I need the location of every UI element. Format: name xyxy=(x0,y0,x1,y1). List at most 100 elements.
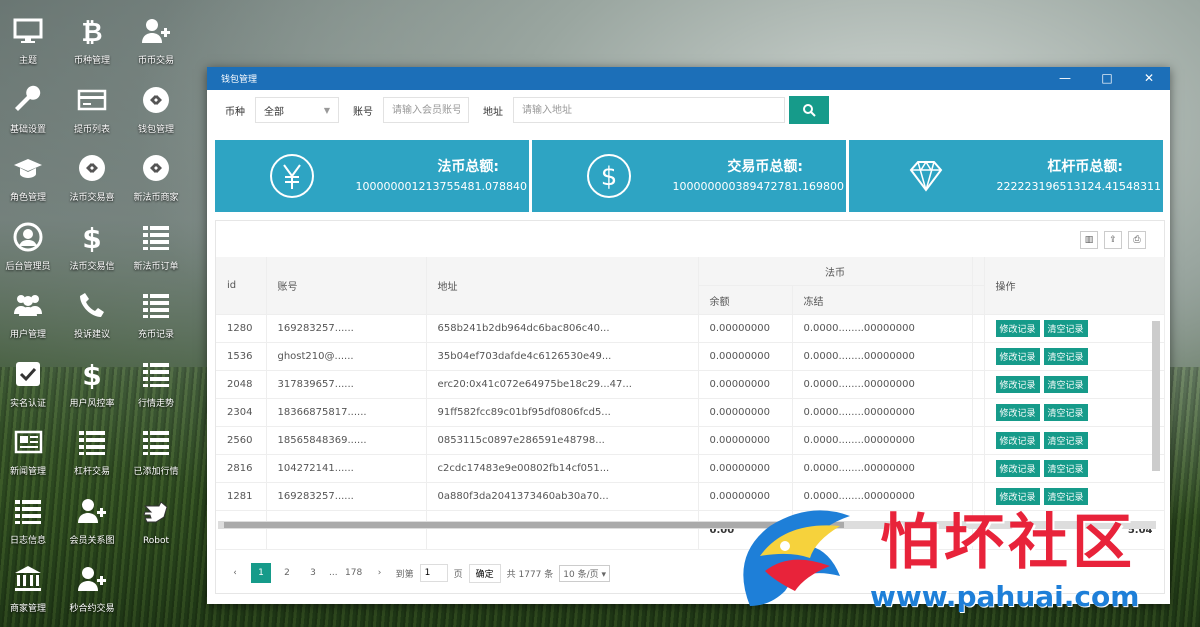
user-plus-icon xyxy=(139,14,173,48)
col-header-id[interactable]: id xyxy=(216,257,267,315)
stat-value: 100000000389472781.169800 xyxy=(672,180,844,193)
total-count: 共 1777 条 xyxy=(506,569,554,580)
clear-record-button[interactable]: 清空记录 xyxy=(1043,432,1088,449)
desktop-icon-currency[interactable]: ₿ 币种管理 xyxy=(60,14,124,66)
dollar-icon: $ xyxy=(75,357,109,391)
desktop-icon-admins[interactable]: 后台管理员 xyxy=(0,220,60,272)
window-titlebar[interactable]: 钱包管理 — □ ✕ xyxy=(207,67,1170,90)
desktop-icon-merchants[interactable]: 商家管理 xyxy=(0,562,60,614)
cell-frozen: 0.0000........00000000 xyxy=(792,314,973,343)
next-page-button[interactable]: › xyxy=(370,563,390,583)
cell-account: 169283257...... xyxy=(266,314,427,343)
cell-balance: 0.00000000 xyxy=(698,370,793,399)
per-page-select[interactable]: 10 条/页 ▾ xyxy=(559,564,611,582)
clear-record-button[interactable]: 清空记录 xyxy=(1043,376,1088,393)
table-row: 2816 104272141...... c2cdc17483e9e00802fb1… xyxy=(216,454,1165,483)
cell-operation: 修改记录 清空记录 xyxy=(984,370,1165,399)
goto-confirm-button[interactable]: 确定 xyxy=(468,563,501,583)
desktop-icon-second-contract[interactable]: 秒合约交易 xyxy=(60,562,124,614)
cell-address: 658b241b2db964dc6bac806c40... xyxy=(426,314,699,343)
desktop-icon-logs[interactable]: 日志信息 xyxy=(0,494,60,546)
desktop-icon-complaints[interactable]: 投诉建议 xyxy=(60,288,124,340)
desktop-icons: 主题 ₿ 币种管理 币币交易 基础设置 提币列表 钱包管理 角色管理 法币交易喜… xyxy=(0,0,200,627)
minimize-button[interactable]: — xyxy=(1044,67,1086,90)
col-header-account[interactable]: 账号 xyxy=(266,257,427,315)
desktop-icon-settings[interactable]: 基础设置 xyxy=(0,83,60,135)
desktop-icon-news[interactable]: 新闻管理 xyxy=(0,425,60,477)
stat-value: 100000001213755481.078840 xyxy=(355,180,527,193)
desktop-icon-risk-rate[interactable]: $ 用户风控率 xyxy=(60,357,124,409)
edit-record-button[interactable]: 修改记录 xyxy=(995,460,1040,477)
page-ellipsis: ... xyxy=(329,568,338,578)
table-row: 1280 169283257...... 658b241b2db964dc6bac8… xyxy=(216,314,1165,343)
maximize-button[interactable]: □ xyxy=(1086,67,1128,90)
desktop-icon-fiat-trade[interactable]: 法币交易喜 xyxy=(60,151,124,203)
account-input[interactable] xyxy=(383,97,469,123)
account-label: 账号 xyxy=(353,106,373,118)
clear-record-button[interactable]: 清空记录 xyxy=(1043,404,1088,421)
cell-id: 1281 xyxy=(216,482,267,511)
currency-select[interactable]: 全部 ▼ xyxy=(255,97,339,123)
edit-record-button[interactable]: 修改记录 xyxy=(995,432,1040,449)
edit-record-button[interactable]: 修改记录 xyxy=(995,376,1040,393)
export-button[interactable]: ⇪ xyxy=(1104,231,1122,249)
per-page-value: 10 条/页 xyxy=(563,569,599,580)
list-icon xyxy=(139,425,173,459)
fish-logo-icon xyxy=(743,510,850,606)
col-header-lever[interactable] xyxy=(972,285,985,315)
layers-icon xyxy=(139,151,173,185)
page-2[interactable]: 2 xyxy=(277,563,297,583)
table-row: 2048 317839657...... erc20:0x41c072e64975b… xyxy=(216,370,1165,399)
edit-record-button[interactable]: 修改记录 xyxy=(995,404,1040,421)
desktop-icon-roles[interactable]: 角色管理 xyxy=(0,151,60,203)
desktop-icon-wallet[interactable]: 钱包管理 xyxy=(124,83,188,135)
cell-address: erc20:0x41c072e64975be18c29...47... xyxy=(426,370,699,399)
edit-record-button[interactable]: 修改记录 xyxy=(995,320,1040,337)
desktop-icon-kyc[interactable]: 实名认证 xyxy=(0,357,60,409)
desktop-icon-users[interactable]: 用户管理 xyxy=(0,288,60,340)
address-input[interactable] xyxy=(513,97,785,123)
table-row: 2304 18366875817...... 91ff582fcc89c01bf95… xyxy=(216,398,1165,427)
desktop-icon-withdraw-list[interactable]: 提币列表 xyxy=(60,83,124,135)
list-icon xyxy=(75,425,109,459)
vertical-scrollbar[interactable] xyxy=(1152,321,1160,471)
clear-record-button[interactable]: 清空记录 xyxy=(1043,320,1088,337)
list-icon xyxy=(139,357,173,391)
page-1[interactable]: 1 xyxy=(251,563,271,583)
desktop-icon-member-graph[interactable]: 会员关系图 xyxy=(60,494,124,546)
clear-record-button[interactable]: 清空记录 xyxy=(1043,348,1088,365)
desktop-icon-robot[interactable]: Robot xyxy=(124,494,188,546)
desktop-icon-added-markets[interactable]: 已添加行情 xyxy=(124,425,188,477)
desktop-icon-coin-trade[interactable]: 币币交易 xyxy=(124,14,188,66)
desktop-icon-lever-trade[interactable]: 杠杆交易 xyxy=(60,425,124,477)
cell-account: 18565848369...... xyxy=(266,426,427,455)
goto-page-input[interactable] xyxy=(419,564,448,582)
columns-button[interactable]: ▥ xyxy=(1080,231,1098,249)
clear-record-button[interactable]: 清空记录 xyxy=(1043,460,1088,477)
currency-select-value: 全部 xyxy=(264,106,284,118)
col-header-address[interactable]: 地址 xyxy=(426,257,699,315)
desktop-icon-new-fiat-merchant[interactable]: 新法币商家 xyxy=(124,151,188,203)
edit-record-button[interactable]: 修改记录 xyxy=(995,348,1040,365)
search-button[interactable] xyxy=(789,96,829,124)
stat-card-trade-coin: $ 交易币总额: 100000000389472781.169800 xyxy=(532,140,846,212)
cell-id: 2816 xyxy=(216,454,267,483)
col-header-balance[interactable]: 余额 xyxy=(698,285,793,315)
page-3[interactable]: 3 xyxy=(303,563,323,583)
desktop-icon-new-fiat-orders[interactable]: 新法币订单 xyxy=(124,220,188,272)
cell-balance: 0.00000000 xyxy=(698,398,793,427)
page-last[interactable]: 178 xyxy=(344,563,364,583)
cell-flash xyxy=(972,314,985,343)
cell-operation: 修改记录 清空记录 xyxy=(984,314,1165,343)
desktop-icon-market-trend[interactable]: 行情走势 xyxy=(124,357,188,409)
watermark: 怕坏社区 www.pahuai.com xyxy=(730,490,1190,620)
layers-icon xyxy=(75,151,109,185)
prev-page-button[interactable]: ‹ xyxy=(225,563,245,583)
columns-icon: ▥ xyxy=(1084,235,1094,245)
close-button[interactable]: ✕ xyxy=(1128,67,1170,90)
col-header-frozen[interactable]: 冻结 xyxy=(792,285,973,315)
desktop-icon-fiat-info[interactable]: $ 法币交易信 xyxy=(60,220,124,272)
print-button[interactable]: ⎙ xyxy=(1128,231,1146,249)
desktop-icon-deposit-records[interactable]: 充币记录 xyxy=(124,288,188,340)
desktop-icon-theme[interactable]: 主题 xyxy=(0,14,60,66)
